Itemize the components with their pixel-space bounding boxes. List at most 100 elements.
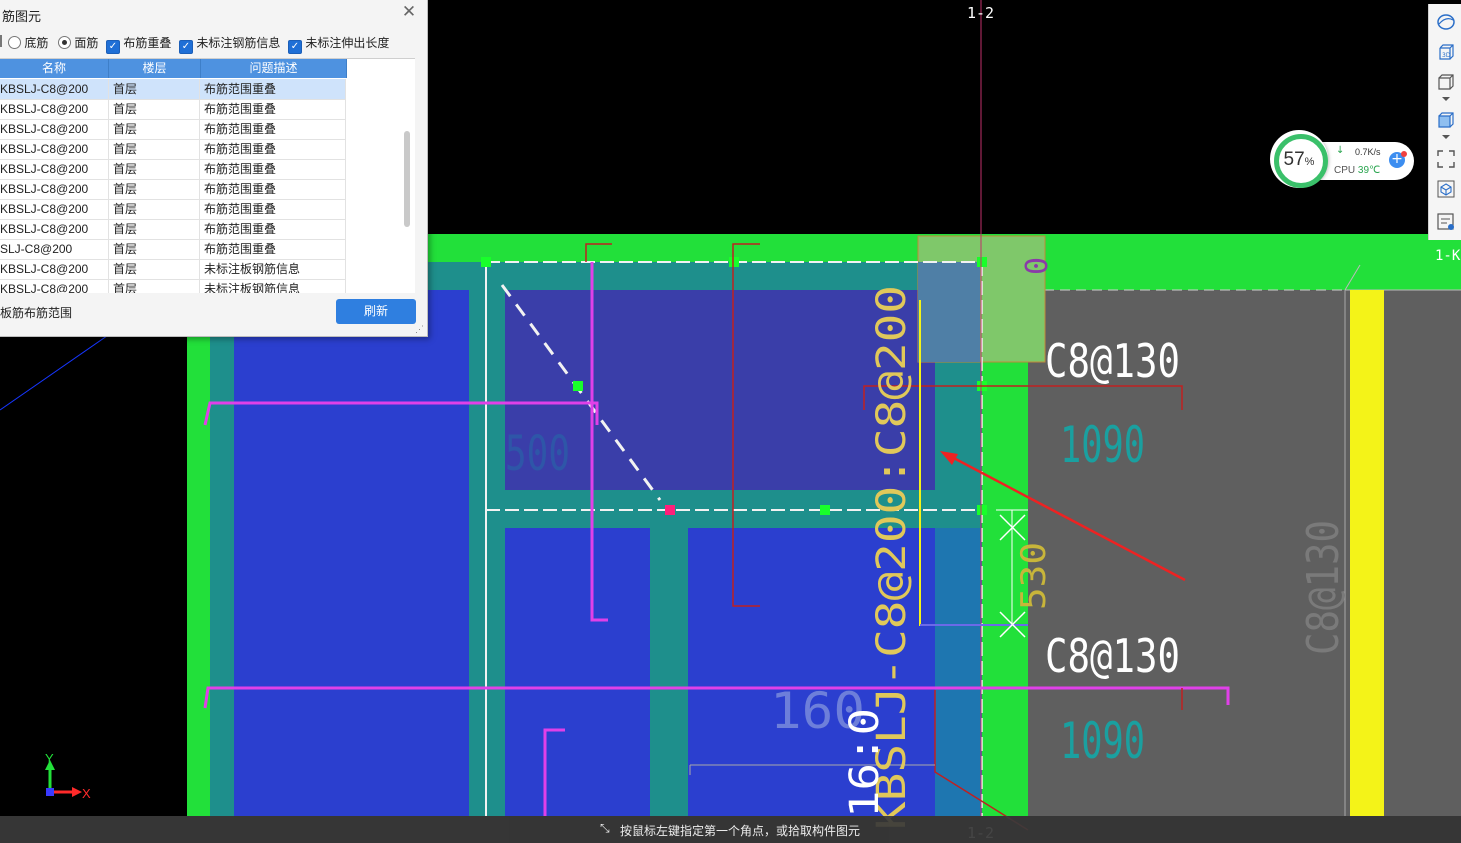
download-arrow-icon: ↓ xyxy=(1336,145,1345,156)
table-row[interactable]: KBSLJ-C8@200 首层 布筋范围重叠 xyxy=(0,99,346,120)
rebar-label-right: C8@130 xyxy=(1298,520,1349,655)
grip-point[interactable] xyxy=(481,257,491,267)
overlap-label: 布筋重叠 xyxy=(123,36,172,50)
slab-narrow xyxy=(935,528,982,816)
network-speed: 0.7K/s xyxy=(1355,147,1381,157)
cube-solid-icon[interactable] xyxy=(1436,110,1456,130)
cell-name: KBSLJ-C8@200 xyxy=(0,79,109,99)
grip-point-active[interactable] xyxy=(665,505,675,515)
cell-name: KBSLJ-C8@200 xyxy=(0,159,109,179)
cell-name: KBSLJ-C8@200 xyxy=(0,99,109,119)
unlabeled-extension-label: 未标注伸出长度 xyxy=(305,36,390,50)
cell-floor: 首层 xyxy=(110,199,200,219)
header-floor[interactable]: 楼层 xyxy=(109,59,201,78)
cell-floor: 首层 xyxy=(110,79,200,99)
cell-name: KBSLJ-C8@200 xyxy=(0,199,109,219)
top-rebar-label: 面筋 xyxy=(74,36,99,50)
cell-issue: 未标注板钢筋信息 xyxy=(201,259,346,279)
table-scrollbar[interactable] xyxy=(404,131,410,227)
table-row[interactable]: KBSLJ-C8@200 首层 未标注板钢筋信息 xyxy=(0,279,346,293)
cube-outline-icon[interactable] xyxy=(1436,179,1456,199)
top-rebar-radio[interactable]: 面筋 xyxy=(58,34,98,51)
rebar-check-panel[interactable]: 筋图元 ✕ 底筋 面筋 ✓ 布筋重叠 ✓ 未标注钢筋信息 ✓ 未标注伸出长度 名… xyxy=(0,0,428,337)
grip-point[interactable] xyxy=(820,505,830,515)
grip-point[interactable] xyxy=(977,505,987,515)
status-bar: ⤡ 按鼠标左键指定第一个角点，或拾取构件图元 xyxy=(0,816,1461,843)
grip-point[interactable] xyxy=(729,257,739,267)
cell-floor: 首层 xyxy=(110,219,200,239)
table-row[interactable]: KBSLJ-C8@200 首层 布筋范围重叠 xyxy=(0,79,346,100)
sphere-view-icon[interactable] xyxy=(1436,12,1456,32)
cell-issue: 布筋范围重叠 xyxy=(201,119,346,139)
ucs-y-label: Y xyxy=(45,751,54,766)
cell-issue: 布筋范围重叠 xyxy=(201,159,346,179)
rebar-label-bottom: C8@130 xyxy=(1045,629,1180,683)
table-row[interactable]: KBSLJ-C8@200 首层 布筋范围重叠 xyxy=(0,139,346,160)
checkbox-checked-icon[interactable]: ✓ xyxy=(179,40,193,54)
bottom-rebar-radio[interactable]: 底筋 xyxy=(8,34,48,51)
box-view-icon[interactable] xyxy=(1436,72,1456,92)
cpu-label: CPU xyxy=(1334,165,1356,176)
header-name[interactable]: 名称 xyxy=(0,59,109,78)
resize-grip-icon[interactable]: ⋰ xyxy=(415,324,424,335)
unlabeled-info-checkbox[interactable]: ✓ 未标注钢筋信息 xyxy=(179,34,280,54)
table-row[interactable]: KBSLJ-C8@200 首层 布筋范围重叠 xyxy=(0,159,346,180)
dim-label-530: 530 xyxy=(1014,542,1054,610)
cell-issue: 布筋范围重叠 xyxy=(201,79,346,99)
cell-name: KBSLJ-C8@200 xyxy=(0,139,109,159)
table-row[interactable]: KBSLJ-C8@200 首层 布筋范围重叠 xyxy=(0,119,346,140)
cell-floor: 首层 xyxy=(110,139,200,159)
cell-name: SLJ-C8@200 xyxy=(0,239,109,259)
cpu-temp-line: CPU 39℃ xyxy=(1334,165,1380,176)
radio-selected-icon[interactable] xyxy=(58,36,71,49)
fullscreen-icon[interactable] xyxy=(1436,149,1456,169)
ucs-origin xyxy=(46,788,54,796)
grip-point[interactable] xyxy=(977,257,987,267)
panel-title: 筋图元 xyxy=(2,9,42,24)
checkbox-checked-icon[interactable]: ✓ xyxy=(106,40,120,54)
3d-view-icon[interactable]: 3D xyxy=(1436,42,1456,62)
table-header: 名称 楼层 问题描述 xyxy=(0,59,347,78)
cell-name: KBSLJ-C8@200 xyxy=(0,259,109,279)
header-issue[interactable]: 问题描述 xyxy=(201,59,347,78)
dim-label-1090-bottom: 1090 xyxy=(1060,712,1145,770)
table-row[interactable]: KBSLJ-C8@200 首层 布筋范围重叠 xyxy=(0,179,346,200)
cpu-temperature: 39℃ xyxy=(1357,165,1381,176)
grip-point[interactable] xyxy=(573,381,583,391)
table-row[interactable]: KBSLJ-C8@200 首层 布筋范围重叠 xyxy=(0,199,346,220)
cpu-monitor-widget[interactable]: 57% ↓ 0.7K/s CPU 39℃ + xyxy=(1266,130,1414,192)
table-row[interactable]: KBSLJ-C8@200 首层 未标注板钢筋信息 xyxy=(0,259,346,280)
notification-dot xyxy=(1401,151,1407,157)
chevron-down-icon[interactable] xyxy=(1436,132,1456,142)
cell-floor: 首层 xyxy=(110,99,200,119)
axis-label-right: 1-K xyxy=(1435,248,1461,264)
radio-icon[interactable] xyxy=(8,36,21,49)
cell-issue: 布筋范围重叠 xyxy=(201,139,346,159)
checkbox-checked-icon[interactable]: ✓ xyxy=(288,40,302,54)
axis-label-top: 1-2 xyxy=(967,4,994,22)
cpu-usage-value: 57 xyxy=(1283,149,1305,170)
refresh-button[interactable]: 刷新 xyxy=(336,299,416,324)
chevron-down-icon[interactable] xyxy=(1436,94,1456,104)
dim-label-500: 500 xyxy=(505,426,570,482)
close-icon[interactable]: ✕ xyxy=(401,3,417,20)
filter-bar: 底筋 面筋 ✓ 布筋重叠 ✓ 未标注钢筋信息 ✓ 未标注伸出长度 xyxy=(0,34,427,54)
issue-table[interactable]: 名称 楼层 问题描述 KBSLJ-C8@200 首层 布筋范围重叠 KBSLJ-C8@… xyxy=(0,58,415,293)
slab-left xyxy=(234,290,469,816)
cell-issue: 未标注板钢筋信息 xyxy=(201,279,346,293)
cell-issue: 布筋范围重叠 xyxy=(201,179,346,199)
cell-name: KBSLJ-C8@200 xyxy=(0,219,109,239)
highlight-overlap xyxy=(918,262,980,362)
overlap-checkbox[interactable]: ✓ 布筋重叠 xyxy=(106,34,171,54)
cpu-usage-sign: % xyxy=(1304,156,1315,168)
checklist-icon[interactable] xyxy=(1436,212,1456,232)
unlabeled-extension-checkbox[interactable]: ✓ 未标注伸出长度 xyxy=(288,34,389,54)
zero-mark: 0 xyxy=(1020,257,1055,275)
cell-name: KBSLJ-C8@200 xyxy=(0,279,109,293)
cell-floor: 首层 xyxy=(110,259,200,279)
cell-issue: 布筋范围重叠 xyxy=(201,239,346,259)
table-row[interactable]: SLJ-C8@200 首层 布筋范围重叠 xyxy=(0,239,346,260)
cell-floor: 首层 xyxy=(110,159,200,179)
table-row[interactable]: KBSLJ-C8@200 首层 布筋范围重叠 xyxy=(0,219,346,240)
footer-label: 板筋布筋范围 xyxy=(0,306,73,320)
